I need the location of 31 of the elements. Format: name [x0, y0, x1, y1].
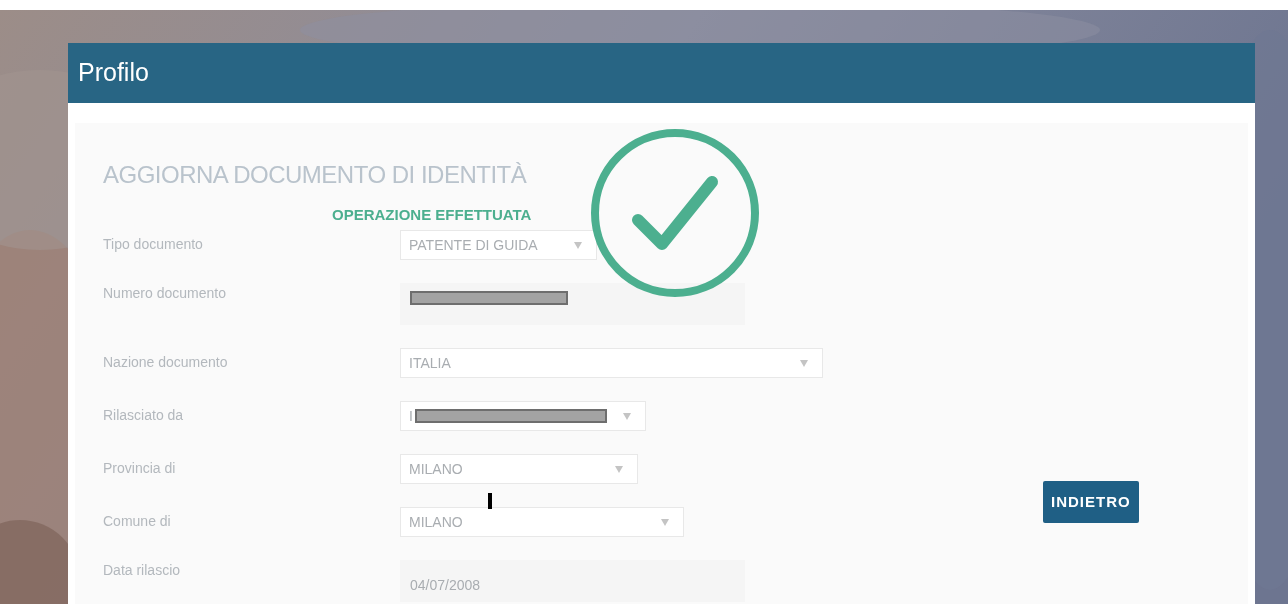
field-label: Data rilascio: [103, 561, 182, 580]
back-button[interactable]: INDIETRO: [1043, 481, 1139, 523]
input-field[interactable]: [400, 283, 745, 325]
field-value: I: [409, 406, 413, 426]
field-label: Tipo documento: [103, 235, 204, 254]
field-value: 04/07/2008: [410, 575, 481, 595]
field-value: MILANO: [409, 459, 463, 479]
field-value: ITALIA: [409, 353, 451, 373]
dropdown-arrow-icon: [574, 241, 582, 249]
field-label: Rilasciato da: [103, 406, 185, 425]
select-field[interactable]: ITALIA: [400, 348, 823, 378]
success-check-icon: [590, 128, 760, 298]
select-field[interactable]: MILANO: [400, 454, 638, 484]
field-label: Provincia di: [103, 459, 177, 478]
dropdown-arrow-icon: [615, 465, 623, 473]
field-value: MILANO: [409, 512, 463, 532]
dropdown-arrow-icon: [623, 412, 631, 420]
field-value: PATENTE DI GUIDA: [409, 235, 538, 255]
field-label: Nazione documento: [103, 353, 229, 372]
select-field[interactable]: I: [400, 401, 646, 431]
form-heading: AGGIORNA DOCUMENTO DI IDENTITÀ: [103, 160, 528, 190]
select-field[interactable]: PATENTE DI GUIDA: [400, 230, 597, 260]
panel-title: Profilo: [78, 57, 149, 89]
select-field[interactable]: MILANO: [400, 507, 684, 537]
input-field[interactable]: 04/07/2008: [400, 560, 745, 602]
text-cursor-icon: [488, 493, 492, 509]
dropdown-arrow-icon: [800, 359, 808, 367]
success-message: OPERAZIONE EFFETTUATA: [332, 205, 532, 225]
field-label: Comune di: [103, 512, 172, 531]
dropdown-arrow-icon: [661, 518, 669, 526]
field-label: Numero documento: [103, 284, 227, 303]
